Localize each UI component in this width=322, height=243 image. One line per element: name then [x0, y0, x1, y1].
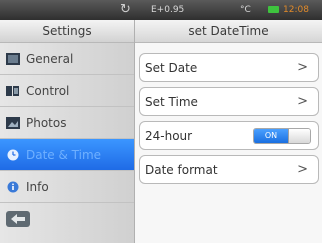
settings-detail-panel: set DateTime Set Date > Set Time > 24-ho…: [135, 20, 322, 243]
date-format-row[interactable]: Date format >: [139, 155, 319, 184]
24-hour-toggle[interactable]: ON: [253, 128, 311, 144]
24-hour-row: 24-hour ON: [139, 121, 319, 150]
row-label: Date format: [145, 162, 218, 177]
set-time-row[interactable]: Set Time >: [139, 87, 319, 116]
control-icon: [6, 85, 20, 97]
chevron-right-icon: >: [297, 60, 308, 75]
clock-time: 12:08: [283, 5, 309, 15]
sidebar-item-control[interactable]: Control: [0, 75, 134, 107]
chevron-right-icon: >: [297, 162, 308, 177]
refresh-icon[interactable]: ↻: [120, 2, 131, 18]
status-bar: ↻ E+0.95 °C 12:08: [0, 0, 322, 20]
settings-sidebar: Settings General Control Photos Date & T…: [0, 20, 135, 243]
sidebar-item-label: Control: [26, 83, 70, 98]
sidebar-title: Settings: [0, 20, 134, 43]
sidebar-item-general[interactable]: General: [0, 43, 134, 75]
back-button[interactable]: [6, 210, 30, 228]
back-arrow-icon: [6, 211, 30, 227]
clock-icon: [6, 149, 20, 161]
temperature-unit: °C: [240, 5, 251, 15]
toggle-on-label: ON: [254, 129, 288, 143]
toggle-knob[interactable]: [288, 129, 310, 143]
row-label: Set Time: [145, 94, 198, 109]
sidebar-item-date-time[interactable]: Date & Time: [0, 139, 134, 171]
sidebar-item-label: Date & Time: [26, 147, 102, 162]
chevron-right-icon: >: [297, 94, 308, 109]
row-label: 24-hour: [145, 128, 193, 143]
sidebar-item-label: Photos: [26, 115, 67, 130]
sidebar-item-photos[interactable]: Photos: [0, 107, 134, 139]
exposure-value: E+0.95: [151, 5, 185, 15]
sidebar-item-info[interactable]: Info: [0, 171, 134, 203]
sidebar-item-label: General: [26, 51, 74, 66]
row-label: Set Date: [145, 60, 198, 75]
sidebar-item-label: Info: [26, 179, 49, 194]
photos-icon: [6, 116, 20, 129]
general-icon: [6, 52, 20, 65]
set-date-row[interactable]: Set Date >: [139, 53, 319, 82]
panel-title: set DateTime: [135, 20, 322, 43]
battery-icon: [268, 6, 279, 13]
info-icon: [6, 181, 20, 193]
